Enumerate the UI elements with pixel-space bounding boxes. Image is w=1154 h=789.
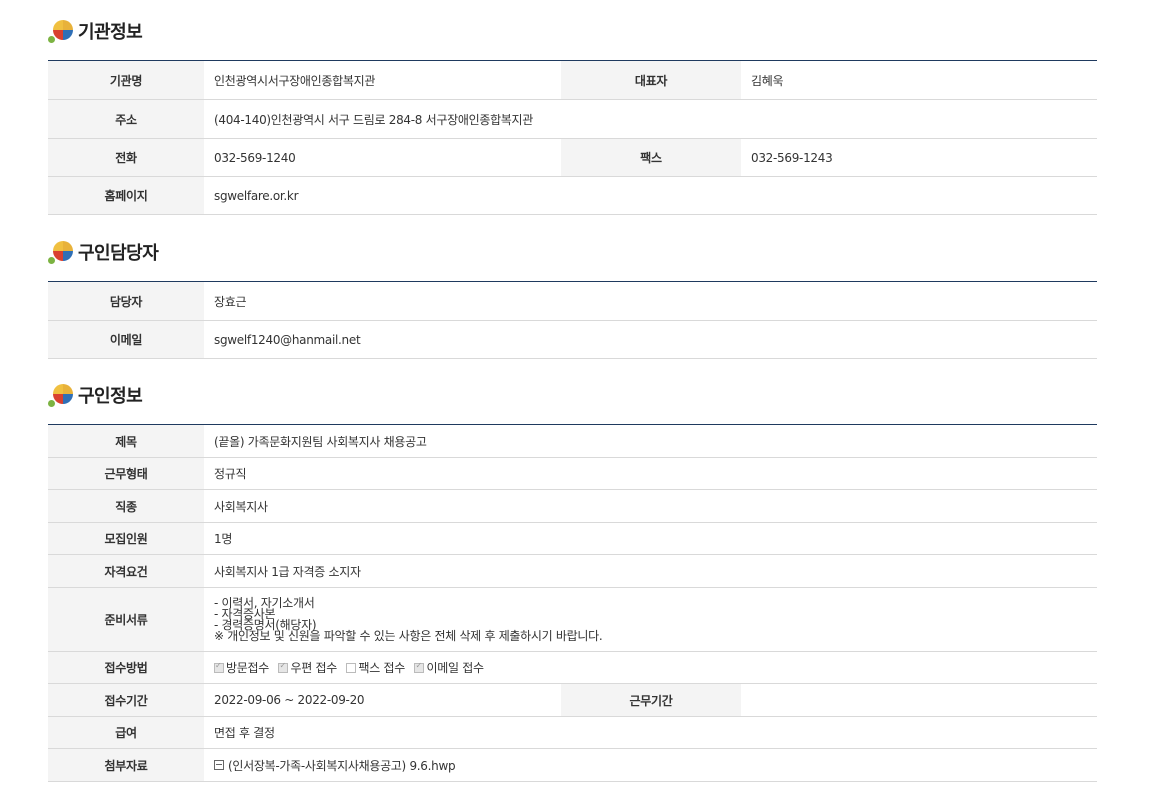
contact-email-label: 이메일	[48, 320, 204, 359]
contact-person-value: 장효근	[204, 281, 1097, 321]
contact-email-value[interactable]: sgwelf1240@hanmail.net	[204, 320, 1097, 359]
job-documents-value: - 이력서, 자기소개서 - 자격증사본 - 경력증명서(해당자) ※ 개인정보…	[204, 587, 1098, 652]
table-row: 첨부자료 (인서장복-가족-사회복지사채용공고) 9.6.hwp	[48, 748, 1098, 782]
section-bullet-icon	[48, 239, 74, 265]
table-row: 준비서류 - 이력서, 자기소개서 - 자격증사본 - 경력증명서(해당자) ※…	[48, 587, 1098, 652]
org-name-label: 기관명	[48, 60, 204, 100]
table-row: 급여 면접 후 결정	[48, 716, 1098, 749]
job-occupation-value: 사회복지사	[204, 489, 1098, 523]
org-fax-value: 032-569-1243	[741, 138, 1097, 177]
table-row: 홈페이지 sgwelfare.or.kr	[48, 176, 1097, 215]
org-homepage-label: 홈페이지	[48, 176, 204, 215]
method-visit: 방문접수	[214, 661, 269, 675]
job-attachment-cell: (인서장복-가족-사회복지사채용공고) 9.6.hwp	[204, 748, 1098, 782]
table-row: 접수기간 2022-09-06 ~ 2022-09-20 근무기간	[48, 683, 1098, 717]
job-info-table: 제목 (끝올) 가족문화지원팀 사회복지사 채용공고 근무형태 정규직 직종 사…	[48, 424, 1098, 782]
contact-info-table: 담당자 장효근 이메일 sgwelf1240@hanmail.net	[48, 281, 1097, 359]
table-row: 직종 사회복지사	[48, 489, 1098, 523]
method-label: 이메일 접수	[426, 661, 484, 675]
contact-person-label: 담당자	[48, 281, 204, 321]
org-address-value: (404-140)인천광역시 서구 드림로 284-8 서구장애인종합복지관	[204, 99, 1097, 139]
table-row: 모집인원 1명	[48, 522, 1098, 555]
checkbox-icon	[346, 663, 357, 673]
org-homepage-link[interactable]: sgwelfare.or.kr	[204, 176, 1097, 215]
section-title-org: 기관정보	[48, 16, 143, 46]
table-row: 제목 (끝올) 가족문화지원팀 사회복지사 채용공고	[48, 424, 1098, 458]
org-phone-label: 전화	[48, 138, 204, 177]
section-title-contact: 구인담당자	[48, 237, 159, 267]
document-line: - 이력서, 자기소개서	[214, 595, 315, 610]
job-method-label: 접수방법	[48, 651, 204, 684]
job-qualification-label: 자격요건	[48, 554, 204, 588]
table-row: 전화 032-569-1240 팩스 032-569-1243	[48, 138, 1097, 177]
job-work-period-label: 근무기간	[561, 683, 741, 717]
job-period-label: 접수기간	[48, 683, 204, 717]
job-qualification-value: 사회복지사 1급 자격증 소지자	[204, 554, 1098, 588]
section-bullet-icon	[48, 18, 74, 44]
job-attachment-label: 첨부자료	[48, 748, 204, 782]
job-headcount-value: 1명	[204, 522, 1098, 555]
section-title-text: 기관정보	[78, 22, 143, 43]
method-label: 방문접수	[226, 661, 269, 675]
checkbox-icon	[214, 661, 224, 673]
job-period-value: 2022-09-06 ~ 2022-09-20	[204, 683, 561, 717]
section-title-job: 구인정보	[48, 380, 143, 410]
job-salary-label: 급여	[48, 716, 204, 749]
method-mail: 우편 접수	[278, 661, 337, 675]
table-row: 이메일 sgwelf1240@hanmail.net	[48, 320, 1097, 359]
table-row: 근무형태 정규직	[48, 457, 1098, 490]
section-title-text: 구인담당자	[78, 243, 159, 264]
file-icon	[214, 759, 224, 770]
job-title-value: (끝올) 가족문화지원팀 사회복지사 채용공고	[204, 424, 1098, 458]
method-email: 이메일 접수	[414, 661, 484, 675]
org-rep-label: 대표자	[561, 60, 741, 100]
org-name-value: 인천광역시서구장애인종합복지관	[204, 60, 561, 100]
job-work-period-value	[741, 683, 1098, 717]
table-row: 담당자 장효근	[48, 281, 1097, 321]
job-type-label: 근무형태	[48, 457, 204, 490]
checkbox-icon	[414, 661, 425, 673]
table-row: 주소 (404-140)인천광역시 서구 드림로 284-8 서구장애인종합복지…	[48, 99, 1097, 139]
attachment-link[interactable]: (인서장복-가족-사회복지사채용공고) 9.6.hwp	[228, 759, 456, 773]
job-title-label: 제목	[48, 424, 204, 458]
checkbox-icon	[278, 661, 289, 673]
method-label: 팩스 접수	[358, 661, 405, 675]
job-occupation-label: 직종	[48, 489, 204, 523]
method-fax: 팩스 접수	[346, 661, 405, 675]
org-phone-value: 032-569-1240	[204, 138, 561, 177]
job-method-value: 방문접수 우편 접수 팩스 접수 이메일 접수	[204, 651, 1098, 684]
table-row: 접수방법 방문접수 우편 접수 팩스 접수 이메일 접수	[48, 651, 1098, 684]
job-documents-label: 준비서류	[48, 587, 204, 652]
section-title-text: 구인정보	[78, 386, 143, 407]
method-label: 우편 접수	[290, 661, 337, 675]
job-headcount-label: 모집인원	[48, 522, 204, 555]
job-salary-value: 면접 후 결정	[204, 716, 1098, 749]
org-address-label: 주소	[48, 99, 204, 139]
org-fax-label: 팩스	[561, 138, 741, 177]
org-rep-value: 김혜욱	[741, 60, 1097, 100]
org-info-table: 기관명 인천광역시서구장애인종합복지관 대표자 김혜욱 주소 (404-140)…	[48, 60, 1097, 215]
table-row: 기관명 인천광역시서구장애인종합복지관 대표자 김혜욱	[48, 60, 1097, 100]
document-notice: ※ 개인정보 및 신원을 파악할 수 있는 사항은 전체 삭제 후 제출하시기 …	[214, 628, 603, 643]
section-bullet-icon	[48, 382, 74, 408]
table-row: 자격요건 사회복지사 1급 자격증 소지자	[48, 554, 1098, 588]
document-line: - 자격증사본	[214, 606, 276, 621]
job-type-value: 정규직	[204, 457, 1098, 490]
